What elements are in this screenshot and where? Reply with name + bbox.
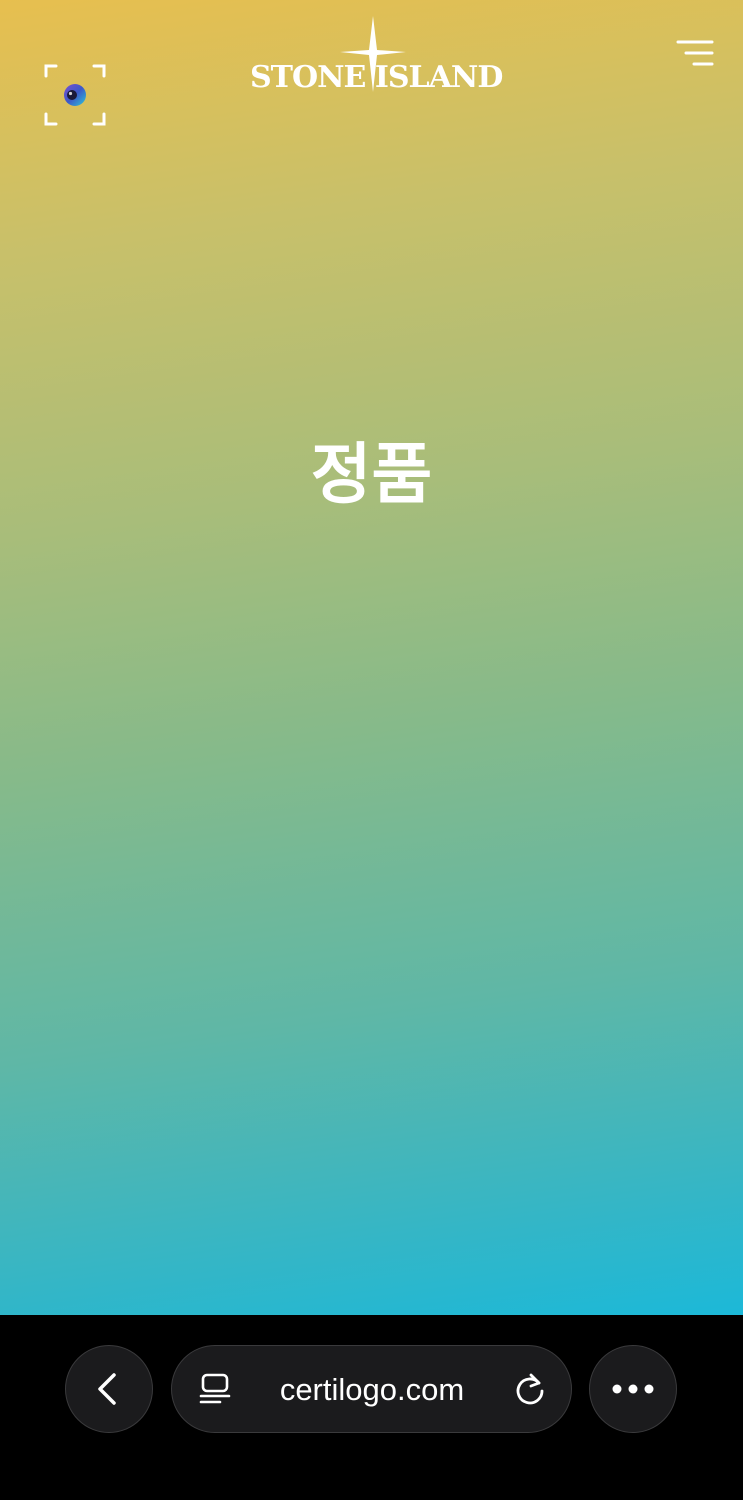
back-button[interactable] [65, 1345, 153, 1433]
reload-icon[interactable] [512, 1372, 548, 1408]
scan-button[interactable] [42, 62, 108, 128]
brand-wordmark: STONE ISLAND [250, 60, 503, 95]
address-bar[interactable]: certilogo.com [171, 1345, 572, 1433]
menu-button[interactable] [672, 36, 720, 72]
scan-frame-icon [44, 64, 106, 126]
more-button[interactable] [589, 1345, 677, 1433]
browser-toolbar: certilogo.com [0, 1315, 743, 1500]
brand-logo[interactable]: STONE ISLAND [250, 14, 503, 104]
chevron-left-icon [98, 1373, 116, 1405]
ellipsis-icon [612, 1384, 654, 1394]
page-format-icon [199, 1373, 231, 1404]
menu-icon [676, 40, 714, 66]
url-text: certilogo.com [279, 1372, 465, 1407]
screen: STONE ISLAND 정품 certilogo.com [0, 0, 743, 1500]
web-content: STONE ISLAND 정품 [0, 0, 743, 1315]
authenticity-status: 정품 [310, 436, 433, 513]
